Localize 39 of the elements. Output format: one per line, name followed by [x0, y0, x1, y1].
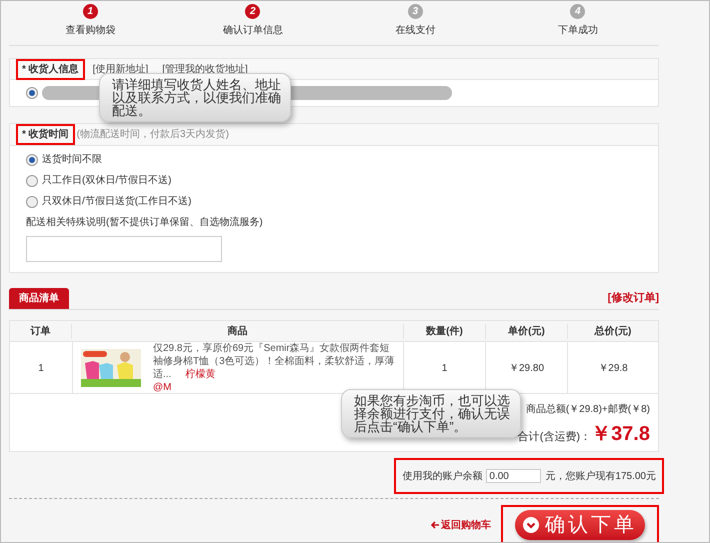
radio-label: 只双休日/节假日送货(工作日不送): [42, 194, 192, 209]
step-label: 查看购物袋: [65, 24, 116, 38]
step-number: 4: [570, 4, 586, 19]
column-header: 商品: [72, 324, 404, 338]
column-header: 单价(元): [486, 324, 568, 338]
step-number: 1: [82, 4, 98, 19]
radio-label: 只工作日(双休日/节假日不送): [42, 174, 172, 188]
balance-note: 元，您账户现有175.00元: [545, 470, 656, 484]
balance-field[interactable]: 0.00: [486, 469, 542, 483]
radio-button[interactable]: [26, 174, 38, 186]
step-label: 在线支付: [395, 24, 436, 38]
section-title: * 收货时间: [16, 124, 75, 145]
chevron-down-icon: [523, 517, 539, 533]
step-label: 下单成功: [558, 24, 598, 38]
subtotal-text: 商品总额(￥29.8)+邮费(￥8): [526, 402, 650, 417]
step-number: 2: [245, 4, 260, 19]
column-header: 总价(元): [593, 324, 632, 338]
step-label: 确认订单信息: [222, 24, 283, 38]
callout-bubble: 请详细填写收货人姓名、地址以及联系方式，以便我们准确配送。: [99, 73, 291, 122]
products-tab[interactable]: 商品清单: [9, 288, 69, 309]
radio-button[interactable]: [26, 196, 38, 208]
step-number: 3: [408, 4, 423, 19]
balance-label: 使用我的账户余额: [402, 470, 482, 484]
confirm-order-button[interactable]: 确认下单: [515, 510, 645, 540]
total-amount: ￥37.8: [591, 422, 650, 447]
total-price-cell-text: ￥29.8: [597, 362, 629, 376]
column-header: 数量(件): [404, 324, 486, 338]
section-hint: (物流配送时间，付款后3天内发货): [76, 128, 229, 142]
note-field[interactable]: [26, 236, 222, 262]
arrow-left-icon: [431, 521, 439, 529]
back-to-cart-link[interactable]: 返回购物车: [431, 518, 491, 532]
radio-label: 送货时间不限: [42, 152, 102, 167]
note-label: 配送相关特殊说明(暂不提供订单保留、自选物流服务): [26, 216, 264, 230]
edit-order-link[interactable]: [修改订单]: [608, 290, 659, 306]
section-title: * 收货人信息: [16, 58, 85, 80]
radio-button[interactable]: [26, 87, 38, 99]
radio-button[interactable]: [26, 154, 38, 166]
column-header: 订单: [10, 324, 72, 338]
order-cell-text: 1: [37, 362, 45, 376]
